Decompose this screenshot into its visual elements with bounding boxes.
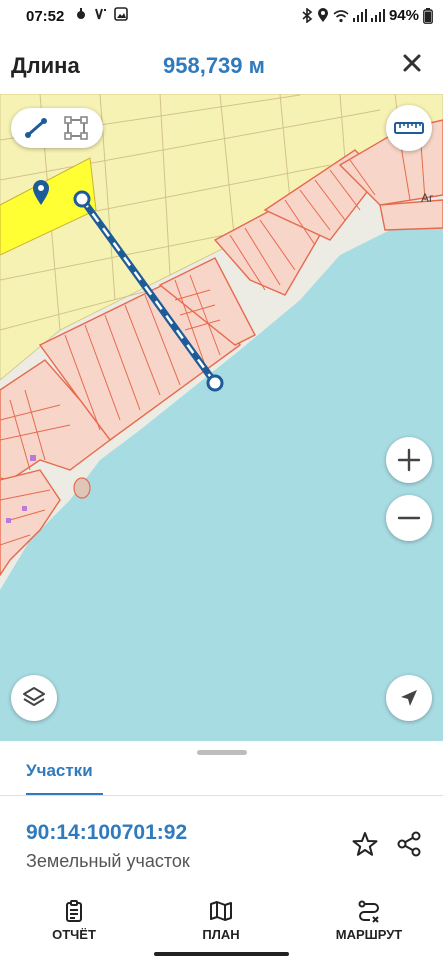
screen: 07:52 94% Длина 958,739 м Аг Участки 90:… <box>0 0 443 960</box>
status-right-icons: 94% <box>301 7 433 24</box>
location-icon <box>317 8 328 22</box>
status-time: 07:52 <box>26 8 65 25</box>
nav-report-label: ОТЧЁТ <box>52 927 96 942</box>
measure-start-point[interactable] <box>73 190 91 208</box>
sheet-divider <box>0 795 443 796</box>
measure-length-value: 958,739 м <box>163 53 265 78</box>
sheet-drag-handle[interactable] <box>197 750 247 755</box>
battery-icon <box>423 7 433 24</box>
zoom-in-button[interactable] <box>386 437 432 483</box>
home-indicator[interactable] <box>154 952 289 956</box>
measure-end-point[interactable] <box>206 374 224 392</box>
ruler-icon <box>394 122 424 134</box>
nav-route[interactable]: МАРШРУТ <box>319 899 419 942</box>
map-place-label: Аг <box>421 191 434 205</box>
ruler-button[interactable] <box>386 105 432 151</box>
report-icon <box>66 900 82 922</box>
measure-header: Длина 958,739 м <box>0 34 443 94</box>
map-icon <box>210 901 232 921</box>
nav-plan[interactable]: ПЛАН <box>171 899 271 942</box>
map-view[interactable]: Аг <box>0 94 443 744</box>
close-icon[interactable] <box>397 48 427 78</box>
voicemail-icon <box>95 8 106 20</box>
measure-title: Длина <box>11 53 80 78</box>
battery-percent: 94% <box>388 7 419 24</box>
share-icon[interactable] <box>395 830 423 858</box>
wifi-icon <box>333 9 349 22</box>
route-icon <box>358 900 379 923</box>
nav-plan-label: ПЛАН <box>202 927 240 942</box>
status-bar: 07:52 94% <box>0 0 443 34</box>
minus-icon <box>397 516 421 520</box>
signal-icon <box>352 9 367 22</box>
area-measure-icon[interactable] <box>63 115 89 141</box>
my-location-button[interactable] <box>386 675 432 721</box>
bottom-navigation: ОТЧЁТ ПЛАН МАРШРУТ <box>0 893 443 960</box>
status-left-icons <box>74 7 128 21</box>
signal-icon-2 <box>370 9 385 22</box>
nav-report[interactable]: ОТЧЁТ <box>24 899 124 942</box>
cadastral-number[interactable]: 90:14:100701:92 <box>26 821 187 845</box>
measure-mode-toggle[interactable] <box>11 108 103 148</box>
navigation-arrow-icon <box>401 690 417 706</box>
notification-icon <box>77 8 85 19</box>
layers-button[interactable] <box>11 675 57 721</box>
nav-route-label: МАРШРУТ <box>335 927 403 942</box>
zoom-out-button[interactable] <box>386 495 432 541</box>
plus-icon <box>397 448 421 472</box>
gallery-icon <box>114 7 128 21</box>
line-measure-icon[interactable] <box>23 116 49 140</box>
map-canvas[interactable]: Аг <box>0 94 443 744</box>
layers-icon <box>23 687 45 706</box>
favorite-star-icon[interactable] <box>351 830 379 858</box>
parcel-type: Земельный участок <box>26 851 190 871</box>
tab-parcels[interactable]: Участки <box>26 761 93 781</box>
bluetooth-icon <box>302 8 313 23</box>
